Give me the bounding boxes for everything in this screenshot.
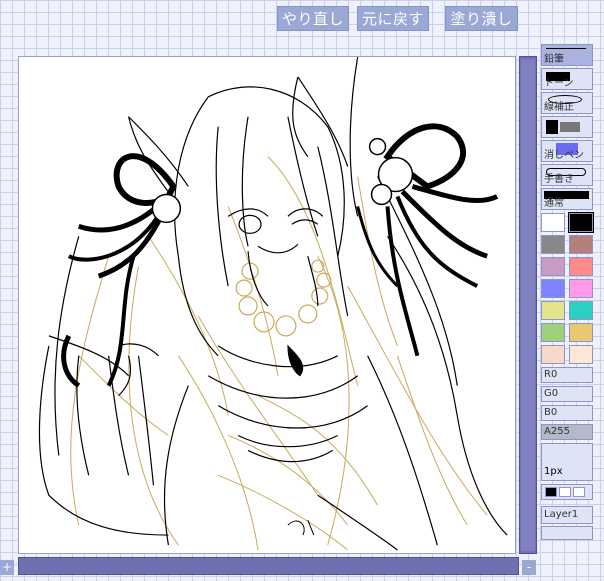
mode-black-icon[interactable] [545,487,557,497]
vertical-scrollbar[interactable] [519,56,537,554]
tool-panel: 鉛筆 トーン 線補正 消しペン 手書き 通常 R0 G0 B0 A255 1px… [541,44,594,540]
normal-mode-label: 通常 [544,198,564,209]
pencil-tool[interactable]: 鉛筆 [541,44,593,66]
color-swatch[interactable] [541,257,565,276]
fill-dark-icon [546,120,558,134]
color-swatch[interactable] [541,345,565,364]
color-swatch[interactable] [541,235,565,254]
mode-white-icon[interactable] [559,487,571,497]
blue-value[interactable]: B0 [541,405,593,421]
alpha-value[interactable]: A255 [541,424,593,440]
brush-size-label: 1px [544,466,563,477]
fill-gray-icon [560,122,580,132]
eraser-tool-label: 消しペン [544,150,584,161]
red-value[interactable]: R0 [541,367,593,383]
color-swatch[interactable] [569,323,593,342]
line-correction-tool-label: 線補正 [544,102,574,113]
zoom-out-button[interactable]: - [522,560,536,575]
pencil-tool-label: 鉛筆 [544,54,564,65]
vertical-scroll-thumb[interactable] [521,59,535,551]
line-correction-tool[interactable]: 線補正 [541,92,593,114]
normal-mode-tool[interactable]: 通常 [541,188,593,210]
zoom-in-button[interactable]: + [0,560,14,575]
color-swatch[interactable] [541,301,565,320]
fill-button[interactable]: 塗り潰し [445,6,518,31]
layer-item[interactable]: Layer1 [541,506,593,524]
redo-button[interactable]: やり直し [277,6,349,31]
horizontal-scrollbar[interactable] [18,557,519,575]
green-value[interactable]: G0 [541,386,593,402]
color-swatch[interactable] [569,345,593,364]
tone-tool[interactable]: トーン [541,68,593,90]
drawing-canvas[interactable] [18,56,516,554]
color-swatch[interactable] [541,279,565,298]
fill-tool[interactable] [541,116,593,138]
color-palette [541,212,594,364]
layer-background-item[interactable] [541,526,593,540]
undo-button[interactable]: 元に戻す [357,6,429,31]
color-swatch[interactable] [569,257,593,276]
tone-tool-label: トーン [544,78,574,89]
pencil-icon [546,48,586,49]
color-swatch[interactable] [541,323,565,342]
draw-mode-selector [541,484,593,500]
color-swatch[interactable] [541,213,565,232]
color-swatch[interactable] [568,212,594,233]
line-art-drawing [38,57,508,551]
handwrite-tool-label: 手書き [544,174,574,185]
color-swatch[interactable] [569,235,593,254]
eraser-tool[interactable]: 消しペン [541,140,593,162]
color-swatch[interactable] [569,279,593,298]
brush-size-selector[interactable]: 1px [541,443,593,481]
color-swatch[interactable] [569,301,593,320]
mode-clear-icon[interactable] [573,487,585,497]
handwrite-tool[interactable]: 手書き [541,164,593,186]
